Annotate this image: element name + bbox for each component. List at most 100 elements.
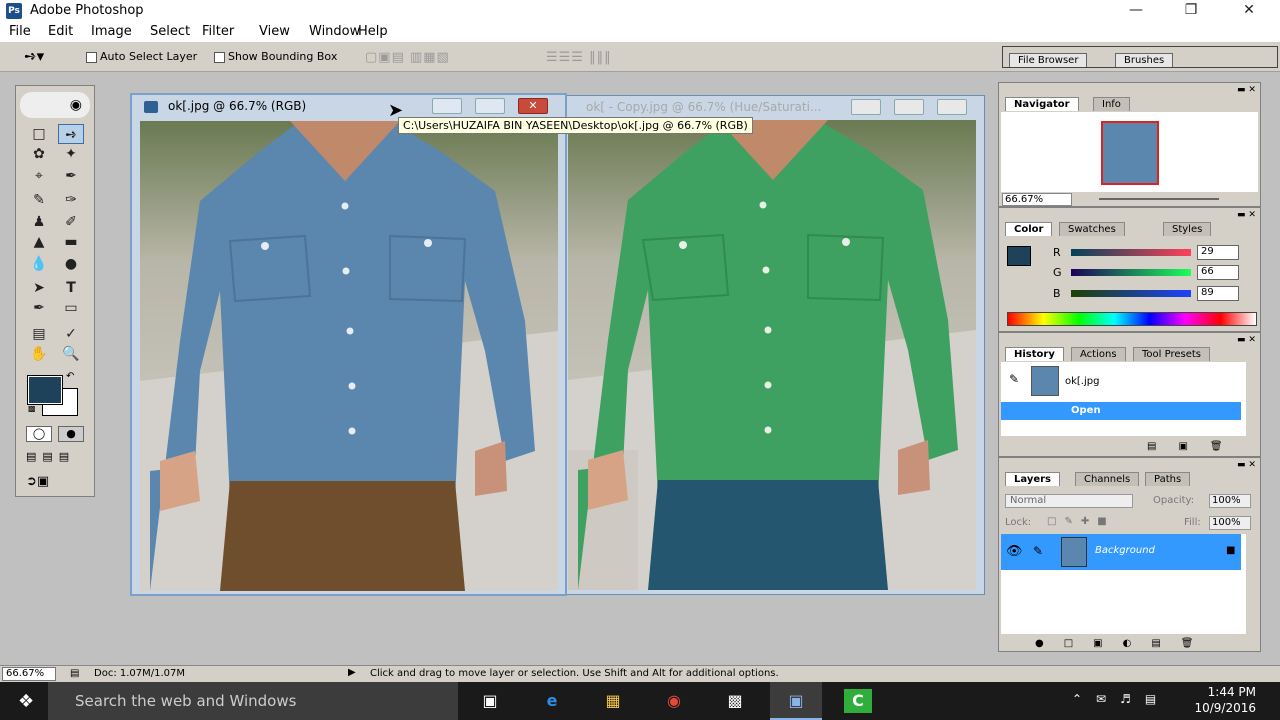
tab-actions[interactable]: Actions	[1071, 347, 1126, 361]
auto-select-checkbox[interactable]: Auto Select Layer	[86, 50, 197, 63]
tab-brushes[interactable]: Brushes	[1115, 53, 1174, 67]
distribute-icons[interactable]: ☰☰☰ ‖‖‖	[546, 50, 612, 65]
doc-close-button[interactable]	[937, 99, 967, 115]
panel-controls-icon[interactable]: ▬ ✕	[1237, 460, 1256, 470]
lock-icons[interactable]: □✎✚■	[1047, 516, 1115, 527]
task-view-icon[interactable]: ▣	[478, 690, 502, 712]
status-arrow-icon[interactable]: ▶	[348, 667, 356, 678]
blur-tool-icon[interactable]: 💧	[26, 254, 52, 274]
blue-value-field[interactable]: 89	[1197, 286, 1239, 301]
navigator-zoom-field[interactable]: 66.67%	[1002, 193, 1072, 206]
tab-styles[interactable]: Styles	[1163, 222, 1212, 236]
camtasia-icon[interactable]: C	[844, 689, 872, 713]
document-window-original[interactable]: ok[.jpg @ 66.7% (RGB) ✕	[130, 93, 567, 596]
default-colors-icon[interactable]: ▩	[28, 404, 36, 413]
chrome-icon[interactable]: ◉	[662, 690, 686, 712]
jump-to-imageready-icon[interactable]: ➲▣	[26, 474, 49, 489]
navigator-zoom-slider[interactable]	[1099, 198, 1219, 200]
file-explorer-icon[interactable]: ▦	[601, 690, 625, 712]
eraser-tool-icon[interactable]: ▲	[26, 232, 52, 252]
history-action-icons[interactable]: ▤▣🗑	[1147, 441, 1245, 452]
opacity-field[interactable]: 100%	[1209, 494, 1251, 508]
restore-button[interactable]: ❐	[1168, 0, 1214, 22]
hand-tool-icon[interactable]: ✋	[26, 344, 52, 364]
photoshop-taskbar-button[interactable]: ▣	[770, 682, 822, 720]
layer-row-background[interactable]: 👁 ✎ Background ■	[1001, 534, 1241, 570]
document-window-copy[interactable]: ok[ - Copy.jpg @ 66.7% (Hue/Saturati...	[560, 95, 985, 595]
menu-layer[interactable]: Select	[150, 24, 190, 39]
blue-slider[interactable]	[1071, 290, 1191, 297]
shape-tool-icon[interactable]: ▭	[58, 298, 84, 318]
status-doc-icon[interactable]: ▤	[70, 668, 79, 679]
doc-maximize-button[interactable]	[894, 99, 924, 115]
close-button[interactable]: ✕	[1226, 0, 1272, 22]
menu-filter[interactable]: View	[259, 24, 290, 39]
red-value-field[interactable]: 29	[1197, 245, 1239, 260]
color-fg-swatch[interactable]	[1007, 246, 1031, 266]
tab-layers[interactable]: Layers	[1005, 472, 1060, 486]
notes-tool-icon[interactable]: ▤	[26, 324, 52, 344]
brush-tool-icon[interactable]: ✑	[58, 190, 84, 210]
crop-tool-icon[interactable]: ⌖	[26, 166, 52, 186]
dodge-tool-icon[interactable]: ●	[58, 254, 84, 274]
panel-controls-icon[interactable]: ▬ ✕	[1237, 210, 1256, 220]
layer-name[interactable]: Background	[1095, 545, 1155, 556]
menu-file[interactable]: File	[9, 24, 31, 39]
clock-date[interactable]: 10/9/2016	[1190, 701, 1256, 715]
fill-field[interactable]: 100%	[1209, 516, 1251, 530]
doc-minimize-button[interactable]	[432, 98, 462, 114]
history-brush-source-icon[interactable]: ✎	[1009, 372, 1019, 386]
tab-navigator[interactable]: Navigator	[1005, 97, 1079, 111]
gradient-tool-icon[interactable]: ▬	[58, 232, 84, 252]
tab-tool-presets[interactable]: Tool Presets	[1133, 347, 1210, 361]
slice-tool-icon[interactable]: ✒	[58, 166, 84, 186]
marquee-tool-icon[interactable]: □	[26, 124, 52, 144]
foreground-color-swatch[interactable]	[27, 375, 63, 405]
eye-visibility-icon[interactable]: 👁	[1006, 544, 1023, 559]
color-ramp[interactable]	[1007, 312, 1257, 326]
history-state-open[interactable]: Open	[1001, 402, 1241, 420]
zoom-tool-icon[interactable]: 🔍	[58, 344, 84, 364]
path-select-icon[interactable]: ➤	[26, 278, 52, 298]
tab-channels[interactable]: Channels	[1075, 472, 1140, 486]
screen-mode-icons[interactable]: ▤▤▤	[26, 450, 75, 463]
clone-stamp-icon[interactable]: ♟	[26, 212, 52, 232]
navigator-thumbnail[interactable]	[1101, 121, 1159, 185]
clock-time[interactable]: 1:44 PM	[1200, 685, 1256, 699]
healing-brush-icon[interactable]: ✎	[26, 190, 52, 210]
history-brush-icon[interactable]: ✐	[58, 212, 84, 232]
panel-controls-icon[interactable]: ▬ ✕	[1237, 85, 1256, 95]
tab-file-browser[interactable]: File Browser	[1009, 53, 1088, 67]
system-tray-icons[interactable]: ⌃✉♬▤	[1072, 692, 1170, 706]
eyedropper-icon[interactable]: ✓	[58, 324, 84, 344]
swap-colors-icon[interactable]: ↶	[66, 371, 74, 382]
menu-view[interactable]: Window	[309, 24, 360, 39]
tab-color[interactable]: Color	[1005, 222, 1053, 236]
tab-swatches[interactable]: Swatches	[1059, 222, 1125, 236]
edge-icon[interactable]: e	[540, 690, 564, 712]
menu-select[interactable]: Filter	[202, 24, 234, 39]
layer-action-icons[interactable]: ●□▣◐▤🗑	[1035, 638, 1214, 649]
standard-mode-icon[interactable]: ◯	[26, 426, 52, 442]
tab-paths[interactable]: Paths	[1145, 472, 1191, 486]
green-value-field[interactable]: 66	[1197, 265, 1239, 280]
snapshot-label[interactable]: ok[.jpg	[1065, 376, 1099, 387]
lasso-tool-icon[interactable]: ✿	[26, 144, 52, 164]
green-slider[interactable]	[1071, 269, 1191, 276]
red-slider[interactable]	[1071, 249, 1191, 256]
move-tool-icon[interactable]: ➺	[58, 124, 84, 144]
status-zoom-field[interactable]: 66.67%	[2, 667, 56, 681]
store-icon[interactable]: ▩	[723, 690, 747, 712]
type-tool-icon[interactable]: T	[58, 278, 84, 298]
adobe-online-icon[interactable]: ◉	[20, 92, 90, 118]
windows-start-icon[interactable]: ❖	[18, 691, 34, 712]
taskbar-search[interactable]: Search the web and Windows	[48, 682, 458, 720]
panel-controls-icon[interactable]: ▬ ✕	[1237, 335, 1256, 345]
menu-window[interactable]: Help	[358, 24, 388, 39]
move-tool-icon[interactable]: ➺▾	[24, 47, 44, 65]
tab-history[interactable]: History	[1005, 347, 1064, 361]
doc-minimize-button[interactable]	[851, 99, 881, 115]
menu-image[interactable]: Image	[91, 24, 132, 39]
show-bounding-checkbox[interactable]: Show Bounding Box	[214, 50, 337, 63]
quick-mask-icon[interactable]: ●	[58, 426, 84, 442]
